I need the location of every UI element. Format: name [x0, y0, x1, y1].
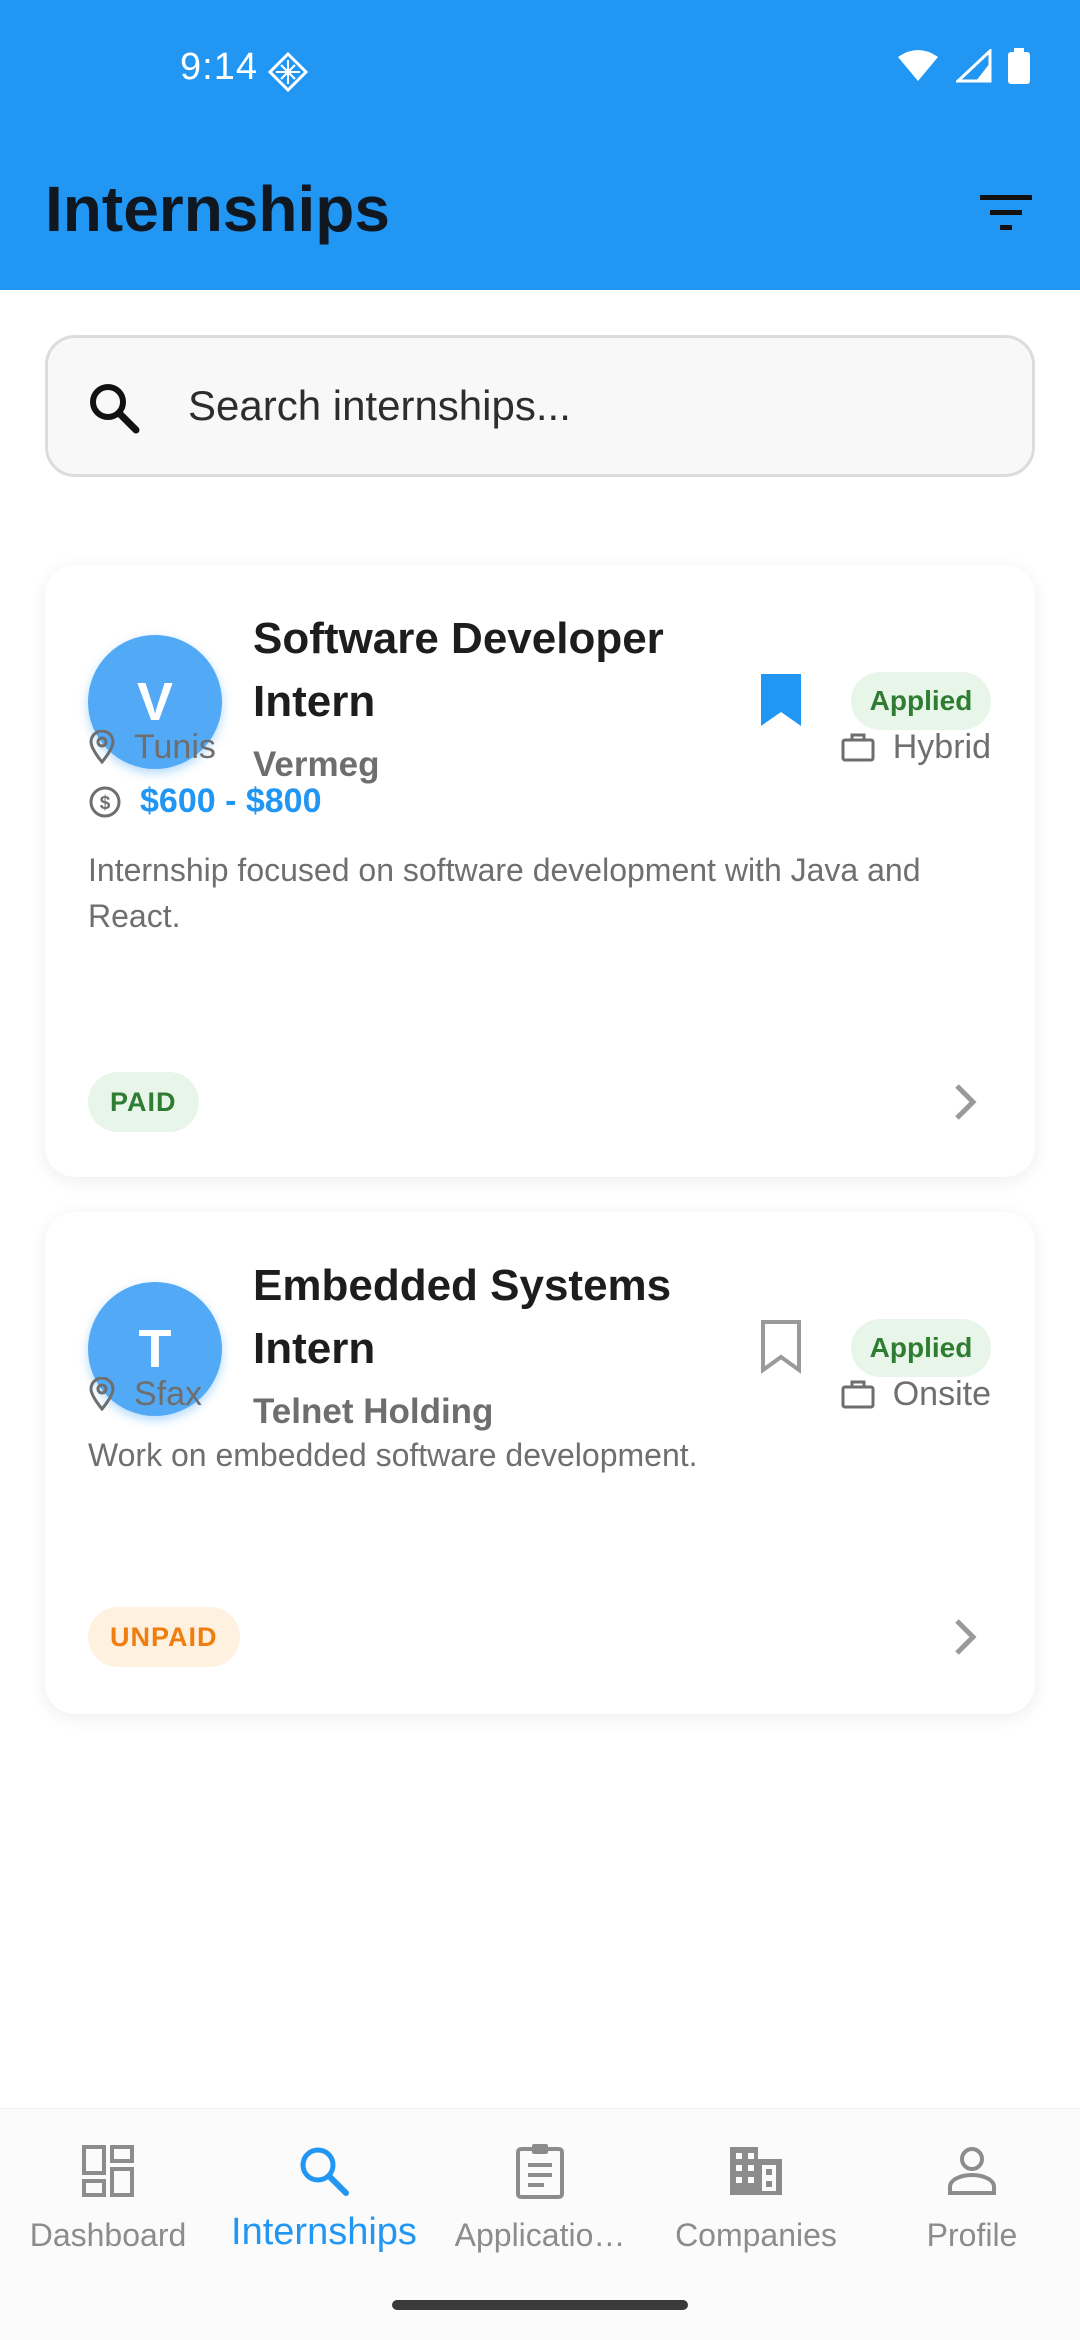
nav-label: Internships	[231, 2211, 417, 2253]
nav-item-companies[interactable]: Companies	[648, 2139, 864, 2279]
internship-description: Internship focused on software developme…	[88, 852, 921, 934]
internship-description: Work on embedded software development.	[88, 1437, 698, 1473]
status-badge: Applied	[851, 1319, 991, 1377]
nav-label: Companies	[675, 2217, 837, 2253]
work-mode: Hybrid	[841, 728, 991, 767]
location-text: Sfax	[134, 1374, 203, 1413]
battery-icon	[1008, 48, 1030, 84]
bookmark-filled-icon[interactable]	[757, 672, 805, 728]
location: Tunis	[88, 728, 216, 767]
home-indicator[interactable]	[392, 2300, 688, 2310]
work-mode-text: Hybrid	[892, 727, 991, 766]
work-mode-text: Onsite	[892, 1374, 991, 1413]
wifi-icon	[898, 50, 938, 81]
work-mode: Onsite	[841, 1375, 991, 1414]
location-pin-icon	[89, 1377, 115, 1411]
nav-label: Applicatio…	[454, 2217, 626, 2253]
salary-text: $600 - $800	[140, 782, 322, 820]
internship-card[interactable]: V Software Developer Intern Vermeg Appli…	[45, 565, 1035, 1177]
briefcase-icon	[841, 733, 875, 762]
pay-type-badge: PAID	[88, 1072, 199, 1132]
nav-item-dashboard[interactable]: Dashboard	[0, 2139, 216, 2279]
internship-title: Software Developer Intern	[253, 614, 664, 726]
signal-icon	[956, 49, 992, 83]
person-icon	[948, 2147, 996, 2195]
status-icons	[896, 48, 1030, 84]
dashboard-icon	[82, 2145, 134, 2197]
bookmark-outline-icon[interactable]	[757, 1319, 805, 1375]
nav-item-internships[interactable]: Internships	[216, 2139, 432, 2279]
salary: $ $600 - $800	[88, 782, 322, 821]
briefcase-icon	[841, 1380, 875, 1409]
filter-icon	[980, 195, 1032, 230]
nav-label: Dashboard	[29, 2217, 187, 2253]
search-input[interactable]	[188, 366, 988, 446]
status-badge: Applied	[851, 672, 991, 730]
building-icon	[730, 2147, 782, 2195]
search-icon	[300, 2147, 349, 2196]
location-text: Tunis	[134, 727, 216, 766]
app-bar: 9:14 Internships	[0, 0, 1080, 290]
pay-type-badge: UNPAID	[88, 1607, 240, 1667]
status-bar: 9:14	[0, 0, 1080, 140]
page-title: Internships	[45, 173, 390, 245]
meta-row: Sfax Onsite	[88, 1370, 991, 1418]
clipboard-icon	[516, 2144, 564, 2199]
nav-label: Profile	[926, 2217, 1018, 2253]
location-pin-icon	[89, 730, 115, 764]
notification-diamond-icon	[268, 52, 308, 92]
dollar-circle-icon: $	[89, 786, 121, 817]
chevron-right-icon[interactable]	[947, 1080, 983, 1124]
internship-card[interactable]: T Embedded Systems Intern Telnet Holding…	[45, 1212, 1035, 1714]
location: Sfax	[88, 1375, 202, 1414]
svg-text:$: $	[100, 793, 111, 814]
status-time: 9:14	[180, 46, 258, 88]
nav-item-applications[interactable]: Applicatio…	[432, 2139, 648, 2279]
internships-screen: 9:14 Internships Search internships... V…	[0, 0, 1080, 2340]
chevron-right-icon[interactable]	[947, 1615, 983, 1659]
filter-button[interactable]	[966, 180, 1046, 244]
search-icon	[90, 384, 140, 434]
nav-item-profile[interactable]: Profile	[864, 2139, 1080, 2279]
meta-row: Tunis Hybrid	[88, 723, 991, 771]
search-bar[interactable]	[45, 335, 1035, 477]
internship-title: Embedded Systems Intern	[253, 1261, 672, 1373]
